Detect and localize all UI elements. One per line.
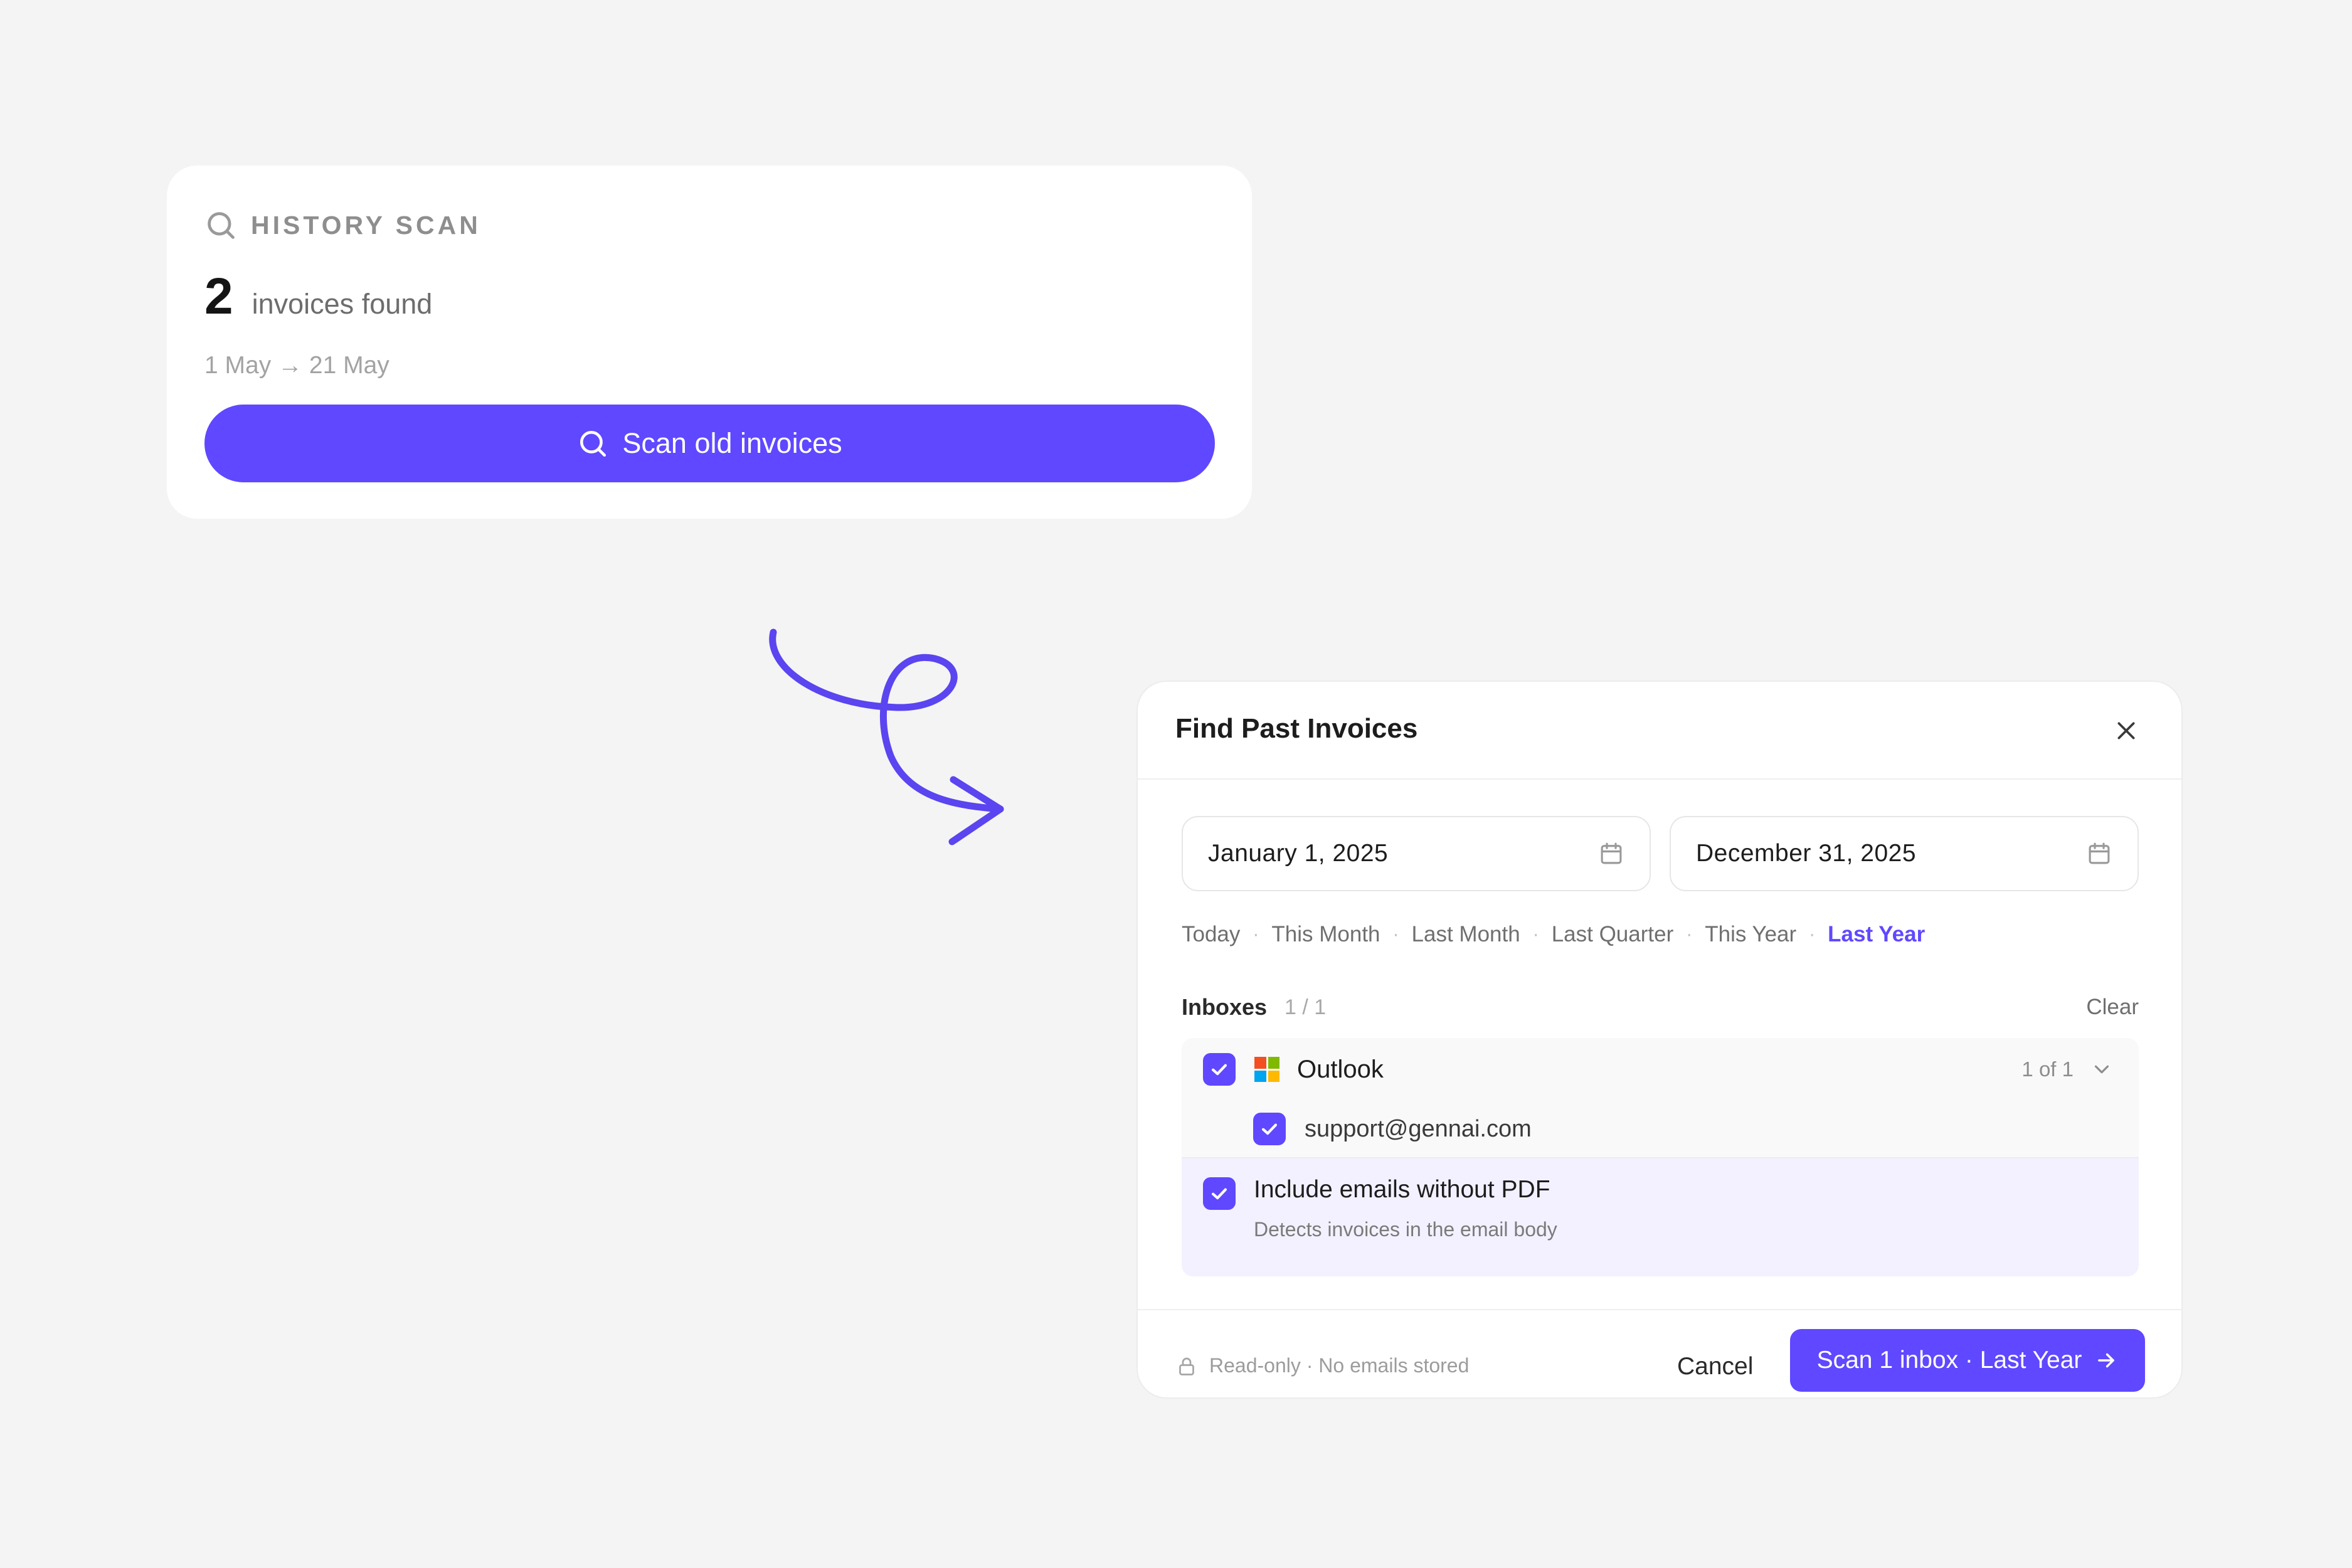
preset-this-year[interactable]: This Year	[1705, 922, 1796, 947]
calendar-icon	[2089, 842, 2110, 864]
preset-today[interactable]: Today	[1182, 922, 1240, 947]
inboxes-count: 1 / 1	[1285, 995, 1327, 1019]
microsoft-logo-icon	[1254, 1057, 1279, 1082]
include-no-pdf-row[interactable]: Include emails without PDF Detects invoi…	[1182, 1157, 2139, 1276]
modal-footer: Read-only · No emails stored Cancel Scan…	[1138, 1309, 2181, 1399]
search-icon	[580, 431, 607, 457]
check-icon	[1211, 1064, 1227, 1076]
preset-separator: ·	[1392, 924, 1399, 945]
modal-title: Find Past Invoices	[1175, 713, 1418, 744]
preset-separator: ·	[1532, 924, 1539, 945]
preset-last-month[interactable]: Last Month	[1412, 922, 1520, 947]
inboxes-header: Inboxes 1 / 1 Clear	[1182, 992, 2139, 1023]
preset-last-year[interactable]: Last Year	[1828, 922, 1925, 947]
provider-name: Outlook	[1297, 1055, 1384, 1083]
inboxes-label: Inboxes	[1182, 994, 1268, 1020]
scan-old-invoices-button[interactable]: Scan old invoices	[204, 405, 1215, 482]
provider-selected-count: 1 of 1	[2021, 1057, 2074, 1081]
include-no-pdf-description: Detects invoices in the email body	[1254, 1218, 1557, 1241]
read-only-note-text: Read-only · No emails stored	[1209, 1354, 1470, 1377]
account-checkbox[interactable]	[1253, 1113, 1286, 1145]
scan-old-invoices-label: Scan old invoices	[622, 427, 842, 459]
chevron-down-icon[interactable]	[2090, 1057, 2114, 1081]
modal-header: Find Past Invoices	[1138, 682, 2181, 780]
inbox-list: Outlook 1 of 1 support@gennai.com Includ…	[1182, 1038, 2139, 1276]
history-scan-header: HISTORY SCAN	[204, 206, 481, 244]
account-row[interactable]: support@gennai.com	[1182, 1101, 2139, 1157]
close-icon	[2117, 722, 2135, 739]
preset-separator: ·	[1686, 924, 1693, 945]
invoice-count-label: invoices found	[252, 288, 433, 320]
find-past-invoices-modal: Find Past Invoices January 1, 2025 Decem…	[1136, 681, 2183, 1399]
check-icon	[1211, 1188, 1227, 1200]
curly-arrow-icon	[769, 628, 1004, 845]
preset-separator: ·	[1809, 924, 1816, 945]
end-date-field[interactable]: December 31, 2025	[1670, 816, 2139, 891]
cancel-button[interactable]: Cancel	[1677, 1345, 1753, 1389]
lock-icon	[1179, 1357, 1194, 1375]
check-icon	[1261, 1123, 1278, 1135]
invoice-count: 2	[204, 268, 233, 325]
start-date-value: January 1, 2025	[1208, 840, 1389, 867]
preset-last-quarter[interactable]: Last Quarter	[1552, 922, 1674, 947]
end-date-value: December 31, 2025	[1696, 840, 1917, 867]
outlook-checkbox[interactable]	[1203, 1053, 1236, 1086]
history-scan-title: HISTORY SCAN	[251, 210, 481, 240]
scan-date-range: 1 May → 21 May	[204, 352, 389, 379]
history-scan-card: HISTORY SCAN 2 invoices found 1 May → 21…	[167, 166, 1252, 519]
calendar-icon	[1601, 842, 1622, 864]
date-presets: Today · This Month · Last Month · Last Q…	[1182, 919, 1925, 950]
preset-this-month[interactable]: This Month	[1271, 922, 1380, 947]
include-no-pdf-checkbox[interactable]	[1203, 1177, 1236, 1210]
read-only-note: Read-only · No emails stored	[1175, 1354, 1469, 1377]
preset-separator: ·	[1253, 924, 1259, 945]
search-icon	[208, 212, 235, 239]
scan-inbox-button[interactable]: Scan 1 inbox · Last Year	[1790, 1329, 2145, 1392]
scan-inbox-label: Scan 1 inbox · Last Year	[1816, 1347, 2082, 1374]
arrow-right-icon	[2098, 1353, 2115, 1368]
include-no-pdf-title: Include emails without PDF	[1254, 1176, 1550, 1203]
start-date-field[interactable]: January 1, 2025	[1182, 816, 1651, 891]
account-email: support@gennai.com	[1305, 1115, 1532, 1142]
close-button[interactable]	[2110, 714, 2143, 747]
invoice-count-row: 2 invoices found	[204, 267, 432, 330]
provider-row-outlook[interactable]: Outlook 1 of 1	[1182, 1038, 2139, 1101]
clear-inboxes-button[interactable]: Clear	[2086, 995, 2139, 1020]
